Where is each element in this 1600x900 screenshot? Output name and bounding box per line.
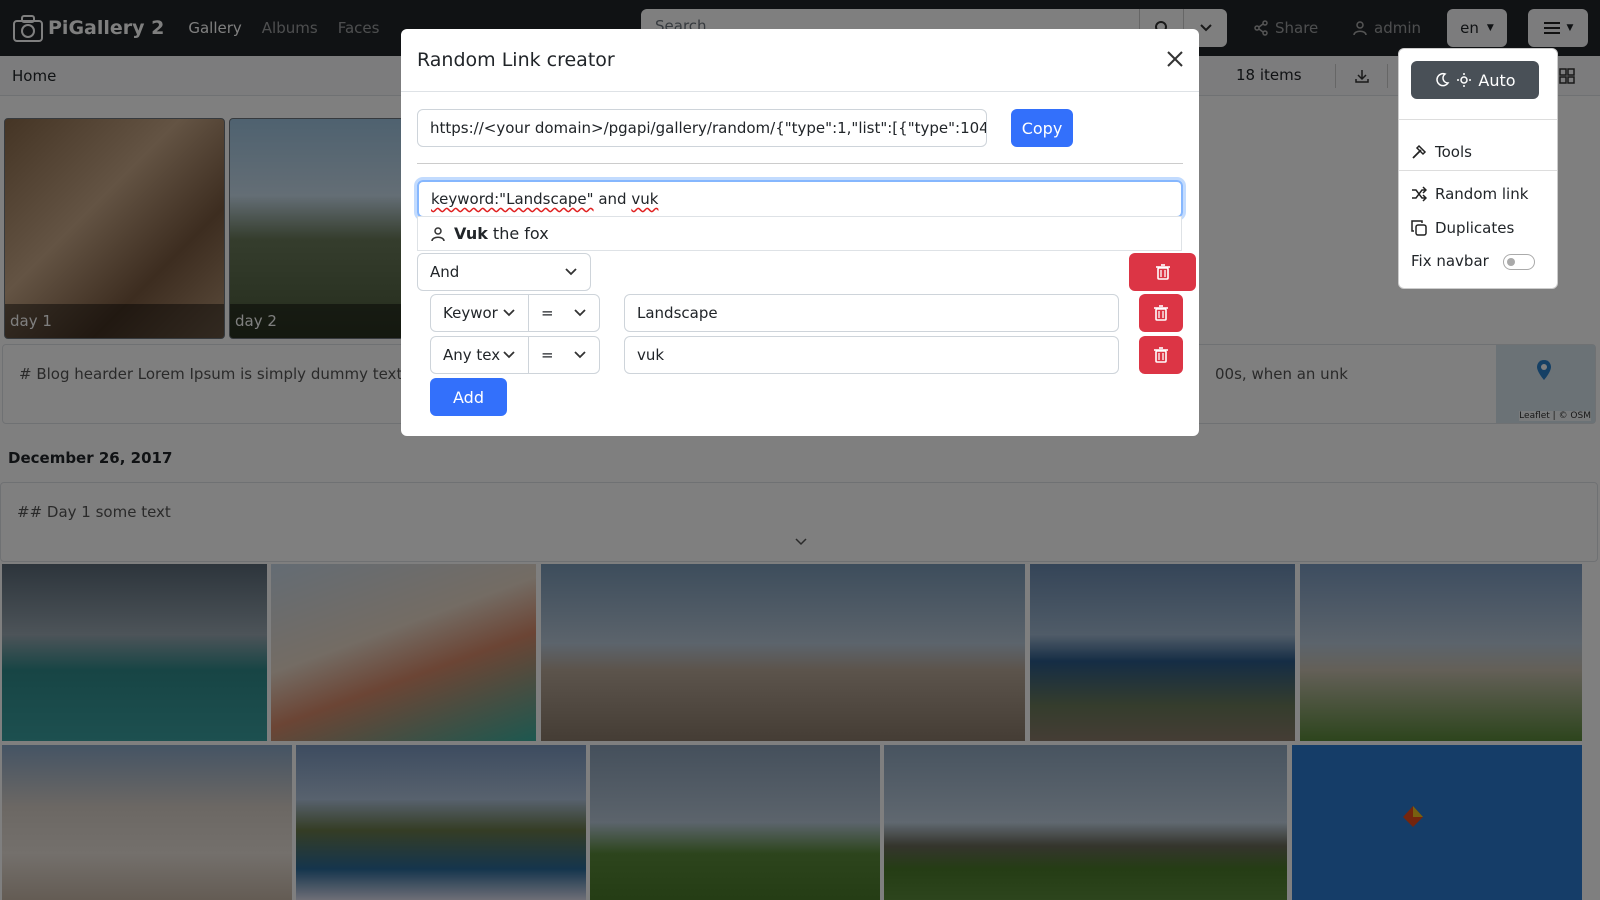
condition-operator-select[interactable]: = [528,336,600,374]
query-operator-token: and [593,190,632,208]
trash-icon [1154,305,1168,321]
close-icon[interactable] [1165,49,1185,69]
copy-icon [1411,220,1427,236]
chevron-down-icon [503,351,515,359]
delete-group-button[interactable] [1129,253,1196,291]
add-condition-button[interactable]: Add [430,378,507,416]
autocomplete-suggestion[interactable]: Vuk the fox [417,216,1182,251]
chevron-down-icon [574,309,586,317]
divider [1399,170,1557,171]
delete-condition-button[interactable] [1139,336,1183,374]
suggestion-match: Vuk [454,224,488,243]
condition-field-value: Keywor [443,304,498,322]
person-icon [431,226,445,241]
theme-toggle-button[interactable]: Auto [1411,61,1539,99]
menu-item-duplicates[interactable]: Duplicates [1411,219,1514,237]
delete-condition-button[interactable] [1139,294,1183,332]
menu-item-fix-navbar: Fix navbar [1411,252,1489,270]
menu-item-label: Fix navbar [1411,252,1489,270]
search-query-input[interactable]: keyword:"Landscape" and vuk [417,180,1183,218]
menu-item-random-link[interactable]: Random link [1411,185,1528,203]
condition-operator-select[interactable]: = [528,294,600,332]
condition-field-select[interactable]: Any tex [430,336,529,374]
theme-label: Auto [1478,70,1516,90]
group-operator-value: And [430,263,460,281]
menu-item-label: Duplicates [1435,219,1515,237]
condition-field-select[interactable]: Keywor [430,294,529,332]
random-link-modal: Random Link creator https://<your domain… [401,29,1199,436]
chevron-down-icon [565,268,577,276]
random-link-url-field[interactable]: https://<your domain>/pgapi/gallery/rand… [417,109,987,147]
fix-navbar-toggle[interactable] [1503,254,1535,270]
moon-icon [1436,72,1450,87]
copy-button[interactable]: Copy [1011,109,1073,147]
modal-title: Random Link creator [417,49,615,71]
query-text-token: vuk [631,190,659,208]
menu-item-label: Random link [1435,185,1529,203]
query-keyword-token: keyword:"Landscape" [431,190,594,208]
condition-operator-value: = [541,304,554,322]
condition-value-input[interactable]: vuk [624,336,1119,374]
hammer-icon [1412,144,1427,159]
sun-icon [1457,73,1472,87]
chevron-down-icon [503,309,515,317]
group-operator-select[interactable]: And [417,253,591,291]
condition-value-input[interactable]: Landscape [624,294,1119,332]
menu-item-label: Tools [1435,143,1472,161]
modal-header: Random Link creator [401,29,1199,92]
chevron-down-icon [574,351,586,359]
main-menu-dropdown: Auto Tools Random link Duplicates Fix na… [1398,48,1558,289]
condition-operator-value: = [541,346,554,364]
shuffle-icon [1412,186,1427,202]
menu-item-tools[interactable]: Tools [1411,143,1472,161]
divider [417,163,1183,164]
suggestion-rest: the fox [487,224,549,243]
trash-icon [1154,347,1168,363]
trash-icon [1155,264,1170,280]
condition-field-value: Any tex [443,346,501,364]
divider [1399,119,1557,120]
